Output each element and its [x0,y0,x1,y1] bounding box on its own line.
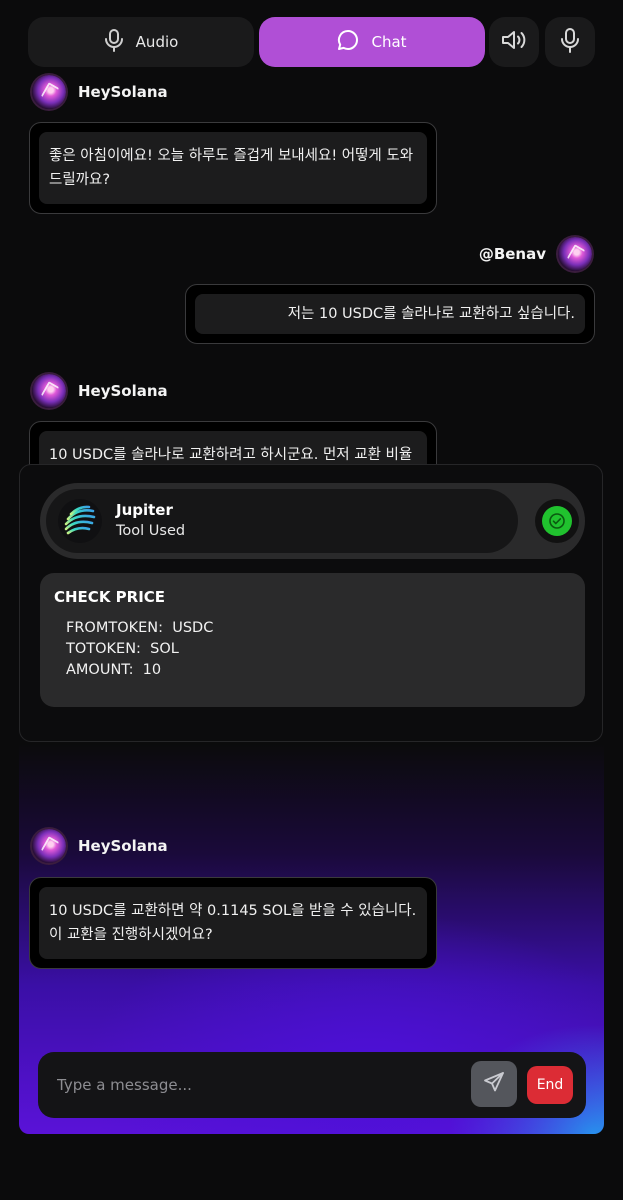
chat-bubble-icon [337,29,359,55]
mic-button[interactable] [545,17,595,67]
message-sender: @Benav [479,237,592,271]
tool-param-row: FROMTOKEN: USDC [66,620,213,636]
tool-status: Tool Used [116,523,186,539]
message-input[interactable] [38,1052,468,1118]
avatar [32,829,66,863]
param-value: SOL [150,641,179,657]
check-circle-icon [542,506,572,536]
message-text: 좋은 아침이에요! 오늘 하루도 즐겁게 보내세요! 어떻게 도와드릴까요? [39,132,427,204]
tool-param-row: TOTOKEN: SOL [66,641,179,657]
tab-chat[interactable]: Chat [259,17,485,67]
message-sender: HeySolana [32,374,168,408]
param-value: 10 [142,662,162,678]
param-key: TOTOKEN: [66,641,141,657]
message-text: 10 USDC를 교환하면 약 0.1145 SOL을 받을 수 있습니다. 이… [39,887,427,959]
tool-param-row: AMOUNT: 10 [66,662,161,678]
microphone-icon [560,27,580,57]
jupiter-logo-icon [58,499,102,543]
message-bubble-assistant: 좋은 아침이에요! 오늘 하루도 즐겁게 보내세요! 어떻게 도와드릴까요? [29,122,437,214]
tool-action: CHECK PRICE [54,588,166,606]
param-key: AMOUNT: [66,662,134,678]
speaker-icon [501,29,527,55]
message-text: 저는 10 USDC를 솔라나로 교환하고 싶습니다. [195,294,585,334]
mode-bar: Audio Chat [28,17,596,67]
sender-name: HeySolana [78,83,168,101]
message-composer: End [38,1052,586,1118]
tab-audio-label: Audio [135,33,179,51]
microphone-icon [104,28,124,56]
tool-success-indicator [535,499,579,543]
end-button[interactable]: End [527,1066,573,1104]
avatar [32,374,66,408]
message-bubble-assistant: 10 USDC를 교환하면 약 0.1145 SOL을 받을 수 있습니다. 이… [29,877,437,969]
tab-chat-label: Chat [371,33,407,51]
sender-name: HeySolana [78,837,168,855]
tool-name: Jupiter [116,501,173,519]
sender-name: HeySolana [78,382,168,400]
sender-name: @Benav [478,245,546,263]
tool-call-card: Jupiter Tool Used CHECK PRICE FROMTOKEN:… [19,464,603,742]
tool-pill: Jupiter Tool Used [40,483,585,559]
message-sender: HeySolana [32,829,168,863]
message-sender: HeySolana [32,75,168,109]
send-icon [482,1070,506,1098]
message-bubble-user: 저는 10 USDC를 솔라나로 교환하고 싶습니다. [185,284,595,344]
speaker-button[interactable] [489,17,539,67]
send-button[interactable] [471,1061,517,1107]
tool-params: CHECK PRICE FROMTOKEN: USDC TOTOKEN: SOL… [40,573,585,707]
avatar [32,75,66,109]
avatar [558,237,592,271]
param-value: USDC [172,620,214,636]
tab-audio[interactable]: Audio [28,17,254,67]
tool-info: Jupiter Tool Used [46,489,518,553]
param-key: FROMTOKEN: [66,620,164,636]
